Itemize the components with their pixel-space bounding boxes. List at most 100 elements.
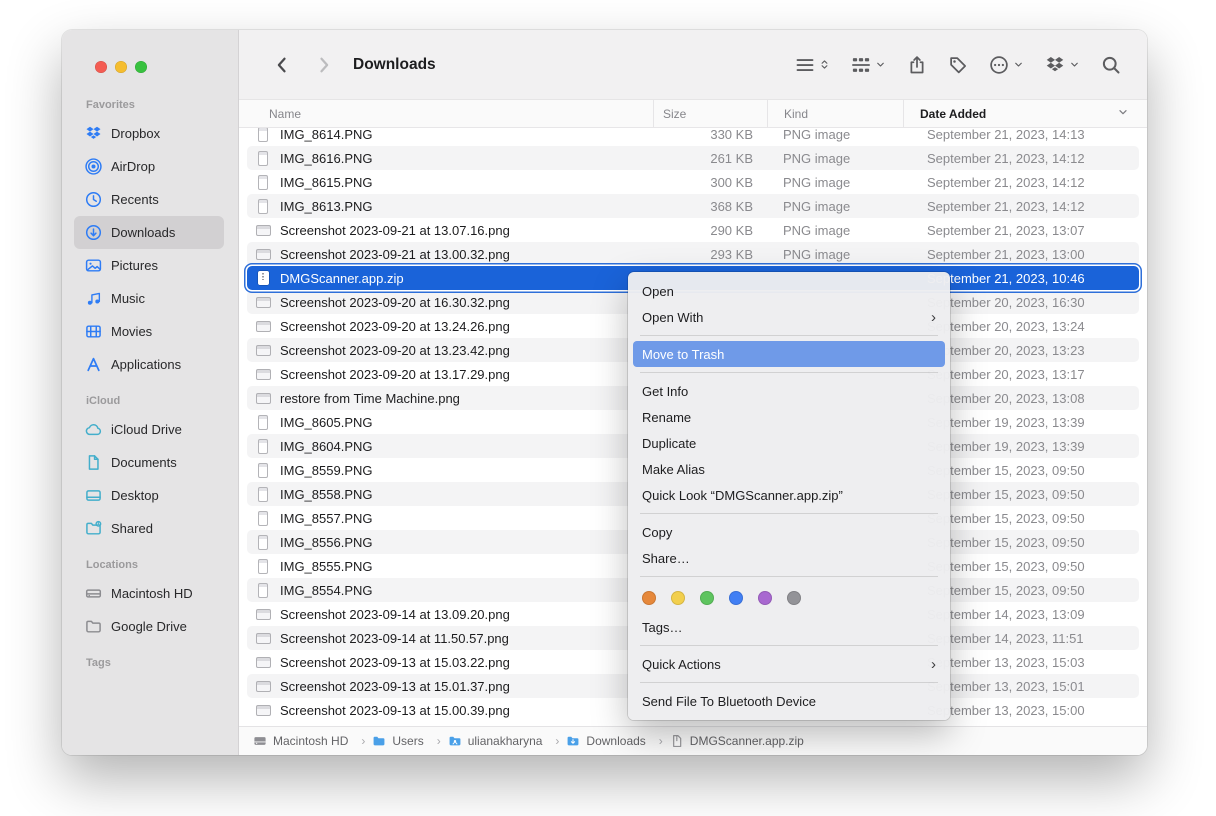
file-name: Screenshot 2023-09-20 at 13.17.29.png (280, 367, 510, 382)
breadcrumb-segment[interactable]: Macintosh HD › (253, 734, 372, 748)
breadcrumb-segment[interactable]: Downloads › (566, 734, 669, 748)
pictures-icon (85, 257, 102, 274)
chevron-down-icon (1069, 58, 1080, 71)
table-row[interactable]: IMG_8616.PNG 261 KB PNG image September … (247, 146, 1139, 170)
context-menu-item[interactable]: Share… › (633, 545, 945, 571)
sidebar-item-label: Documents (111, 455, 177, 470)
folder-home-icon (448, 734, 462, 748)
sidebar-item-label: Dropbox (111, 126, 160, 141)
table-row[interactable]: IMG_8613.PNG 368 KB PNG image September … (247, 194, 1139, 218)
breadcrumb-segment[interactable]: DMGScanner.app.zip › (670, 734, 804, 748)
context-menu-item[interactable]: › (633, 582, 945, 614)
dropbox-icon (1045, 55, 1065, 75)
breadcrumb-segment[interactable]: Users › (372, 734, 447, 748)
sidebar-item[interactable]: Dropbox (74, 117, 224, 150)
column-header-date-added[interactable]: Date Added (903, 100, 1139, 127)
sidebar-item[interactable]: Macintosh HD (74, 577, 224, 610)
toolbar-button[interactable] (1045, 55, 1080, 75)
file-name: Screenshot 2023-09-20 at 16.30.32.png (280, 295, 510, 310)
file-phone-icon (255, 438, 271, 454)
context-menu-item[interactable]: Get Info › (633, 378, 945, 404)
context-menu-item[interactable]: › (640, 513, 938, 514)
context-menu-item[interactable]: › (640, 372, 938, 373)
sidebar: Favorites Dropbox AirDrop Recents Downlo… (62, 30, 239, 755)
file-kind: PNG image (767, 175, 903, 190)
file-window-icon (255, 702, 271, 718)
sidebar-item[interactable]: Music (74, 282, 224, 315)
column-header-name[interactable]: Name (247, 100, 653, 127)
tag-color-dot[interactable] (700, 591, 714, 605)
column-header-kind[interactable]: Kind (767, 100, 903, 127)
file-date-added: September 21, 2023, 14:12 (903, 175, 1139, 190)
context-menu-item[interactable]: › (640, 335, 938, 336)
breadcrumb-separator: › (659, 734, 663, 748)
sidebar-item[interactable]: Recents (74, 183, 224, 216)
file-kind: PNG image (767, 247, 903, 262)
back-button[interactable] (269, 52, 295, 78)
file-name: IMG_8604.PNG (280, 439, 373, 454)
table-row[interactable]: Screenshot 2023-09-21 at 13.07.16.png 29… (247, 218, 1139, 242)
file-name: IMG_8616.PNG (280, 151, 373, 166)
context-menu-item[interactable]: › (640, 576, 938, 577)
file-phone-icon (255, 582, 271, 598)
tag-color-dot[interactable] (787, 591, 801, 605)
drive-small-icon (253, 734, 267, 748)
sidebar-item[interactable]: iCloud Drive (74, 413, 224, 446)
sidebar-item[interactable]: Pictures (74, 249, 224, 282)
sidebar-item[interactable]: AirDrop (74, 150, 224, 183)
minimize-button[interactable] (115, 61, 127, 73)
context-menu-item[interactable]: Send File To Bluetooth Device › (633, 688, 945, 714)
column-header-size[interactable]: Size (653, 100, 767, 127)
file-phone-icon (255, 534, 271, 550)
zoom-button[interactable] (135, 61, 147, 73)
toolbar-button[interactable] (795, 55, 830, 75)
sidebar-item[interactable]: Downloads (74, 216, 224, 249)
toolbar-button[interactable] (1101, 55, 1121, 75)
context-menu-item[interactable]: Quick Actions › (633, 651, 945, 677)
context-menu-item[interactable]: › (640, 682, 938, 683)
breadcrumb-segment[interactable]: ulianakharyna › (448, 734, 567, 748)
toolbar-button[interactable] (989, 55, 1024, 75)
context-menu-item[interactable]: Quick Look “DMGScanner.app.zip” › (633, 482, 945, 508)
context-menu-item[interactable]: Duplicate › (633, 430, 945, 456)
toolbar-button[interactable] (907, 55, 927, 75)
sidebar-item[interactable]: Applications (74, 348, 224, 381)
file-name: IMG_8613.PNG (280, 199, 373, 214)
context-menu-item[interactable]: Move to Trash › (633, 341, 945, 367)
tag-color-dot[interactable] (671, 591, 685, 605)
group-grid-icon (851, 55, 871, 75)
file-kind: PNG image (767, 128, 903, 142)
file-phone-icon (255, 558, 271, 574)
chevron-down-icon (875, 58, 886, 71)
toolbar-button[interactable] (948, 55, 968, 75)
context-menu-item[interactable]: Open With › (633, 304, 945, 330)
tag-color-dot[interactable] (729, 591, 743, 605)
context-menu-item[interactable]: Open › (633, 278, 945, 304)
context-menu-item[interactable]: Tags… › (633, 614, 945, 640)
file-size: 261 KB (653, 151, 767, 166)
tag-color-dot[interactable] (758, 591, 772, 605)
forward-button[interactable] (311, 52, 337, 78)
file-kind: PNG image (767, 151, 903, 166)
toolbar-button[interactable] (851, 55, 886, 75)
context-menu-item[interactable]: › (640, 645, 938, 646)
context-menu-item[interactable]: Rename › (633, 404, 945, 430)
sidebar-item[interactable]: Desktop (74, 479, 224, 512)
sidebar-item-label: Pictures (111, 258, 158, 273)
downloads-circle-icon (85, 224, 102, 241)
sidebar-item[interactable]: Movies (74, 315, 224, 348)
close-button[interactable] (95, 61, 107, 73)
sidebar-item[interactable]: Documents (74, 446, 224, 479)
context-menu-item[interactable]: Make Alias › (633, 456, 945, 482)
tag-color-dot[interactable] (642, 591, 656, 605)
table-row[interactable]: Screenshot 2023-09-21 at 13.00.32.png 29… (247, 242, 1139, 266)
table-row[interactable]: IMG_8615.PNG 300 KB PNG image September … (247, 170, 1139, 194)
applications-icon (85, 356, 102, 373)
file-name: IMG_8554.PNG (280, 583, 373, 598)
file-size: 330 KB (653, 128, 767, 142)
dropbox-icon (85, 125, 102, 142)
sidebar-item[interactable]: Google Drive (74, 610, 224, 643)
sidebar-item[interactable]: Shared (74, 512, 224, 545)
context-menu-item[interactable]: Copy › (633, 519, 945, 545)
table-row[interactable]: IMG_8614.PNG 330 KB PNG image September … (247, 128, 1139, 146)
